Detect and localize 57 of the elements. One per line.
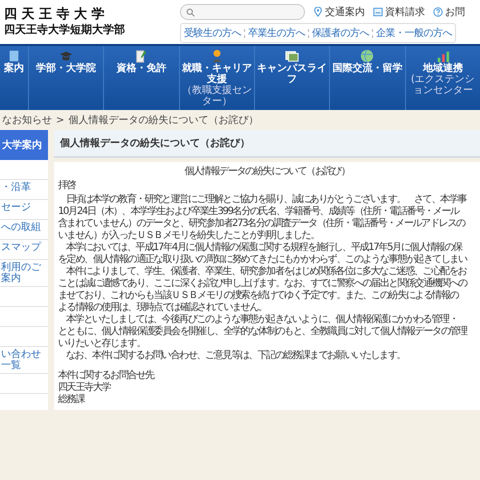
header-link[interactable]: 交通案内 xyxy=(313,5,365,19)
article-text-line: いりたいと存じます。 xyxy=(58,338,146,350)
article-text-line: 10月24日（木）、本学学生および卒業生399名分の氏名、学籍番号、成績等（住所・電話番号・メール xyxy=(58,206,460,218)
sidebar-item[interactable]: い合わせ一覧 xyxy=(0,347,48,374)
nav-menu-item[interactable]: 学部・大学院 xyxy=(28,46,104,110)
article-text-line: いません）が入ったＵＳＢメモリを紛失したことが判明しました。 xyxy=(58,230,320,242)
article-text-line: 本学においては、平成17年4月に個人情報の保護に関する規程を施行し、平成17年5月に個人情報の保 xyxy=(65,242,464,254)
nav-menu-item[interactable]: 資格・免許 xyxy=(103,46,179,110)
globe-icon xyxy=(360,49,374,63)
university-logo-text[interactable]: 四 天 王 寺 大 学 xyxy=(4,7,125,23)
article-text-line: 含まれていません）のデータと、研究参加者273名分の調査データ（住所・電話番号・メールアドレスの xyxy=(58,218,466,230)
sidebar-item[interactable]: ・沿革 xyxy=(0,180,48,200)
breadcrumb-separator: > xyxy=(56,114,64,126)
article-text-line: ませており、これからも当該ＵＳＢメモリの捜索を続けてゆく予定です。また、この紛失による情報の xyxy=(58,290,460,302)
search-icon xyxy=(186,8,195,16)
document-pen-icon xyxy=(134,49,148,63)
sidebar-item[interactable]: セージ xyxy=(0,200,48,220)
article-text-line: 日頃は本学の教育・研究と運営にご理解とご協力を賜り、誠にありがとうございます。 さて、本学事 xyxy=(65,194,468,206)
location-pin-icon xyxy=(313,7,323,17)
nav-menu-item[interactable]: 地域連携 (エクステンションセンター xyxy=(404,46,480,110)
header-link[interactable]: お問 xyxy=(433,5,465,19)
document-icon xyxy=(373,7,383,17)
article-text-line: を定め、個人情報の適正な取り扱いの周知に努めてきたにもかかわらず、このような事態が起きてしまい xyxy=(58,254,468,266)
article-text-line: ことは誠に遺憾であり、ここに深くお詫び申し上げます。なお、すでに警察への届出と関係交通機関への xyxy=(58,278,468,290)
sidebar-heading: 大学案内 xyxy=(0,130,48,160)
article-text-line: 本学といたしましては、今後再びこのような事態が起きないように、個人情報保護にかかわる管理・ xyxy=(65,314,459,326)
breadcrumb-link[interactable]: なお知らせ xyxy=(2,113,52,127)
audience-link[interactable]: 企業・一般の方へ xyxy=(376,26,452,40)
article-text-line: なお、本件に関するお問い合わせ、ご意見等は、下記の総務課までお願いいたします。 xyxy=(65,350,406,362)
page-heading: 個人情報データの紛失について（お詫び） xyxy=(54,130,480,158)
article-text-line: 本件によりまして、学生、保護者、卒業生、研究参加者をはじめ関係各位に多大なご迷惑、ご心配をお xyxy=(65,266,468,278)
contact-text: 本件に関するお問合せ先 xyxy=(58,370,156,382)
graduation-cap-icon xyxy=(59,49,74,63)
photos-icon xyxy=(285,49,300,63)
college-logo-text[interactable]: 四天王寺大学短期大学部 xyxy=(4,23,125,37)
greeting-text: 拝啓 xyxy=(58,180,77,192)
audience-link[interactable]: 保護者の方へ xyxy=(312,26,369,40)
bar-chart-icon xyxy=(436,49,450,63)
nav-menu-item[interactable]: 案内 xyxy=(0,46,28,110)
book-icon xyxy=(7,49,21,63)
article-text-line: とともに、個人情報保護委員会を開催し、全学的な体制のもと、全教職員に対して個人情報データの管理 xyxy=(58,326,468,338)
sidebar-item[interactable]: への取組 xyxy=(0,220,48,240)
breadcrumb-current-page: 個人情報データの紛失について（お詫び） xyxy=(68,114,258,127)
contact-text: 四天王寺大学 xyxy=(58,382,112,394)
contact-text: 総務課 xyxy=(58,394,86,406)
search-field[interactable] xyxy=(180,4,305,20)
nav-menu-item[interactable]: キャンパスライフ xyxy=(254,46,330,110)
nav-menu-item[interactable]: 就職・キャリア支援 （教職支援センター） xyxy=(178,46,254,110)
nav-menu-item[interactable]: 国際交流・留学 xyxy=(329,46,405,110)
audience-link[interactable]: 受験生の方へ xyxy=(184,26,241,40)
sidebar-item[interactable]: 利用のご案内 xyxy=(0,260,48,287)
header-link[interactable]: 資料請求 xyxy=(373,5,425,19)
article-text-line: よる情報の使用は、現時点では確認されていません。 xyxy=(58,302,268,314)
sidebar-item[interactable]: スマップ xyxy=(0,240,48,260)
question-icon xyxy=(433,7,443,17)
audience-link[interactable]: 卒業生の方へ xyxy=(248,26,305,40)
article-title: 個人情報データの紛失について（お詫び） xyxy=(183,166,351,178)
